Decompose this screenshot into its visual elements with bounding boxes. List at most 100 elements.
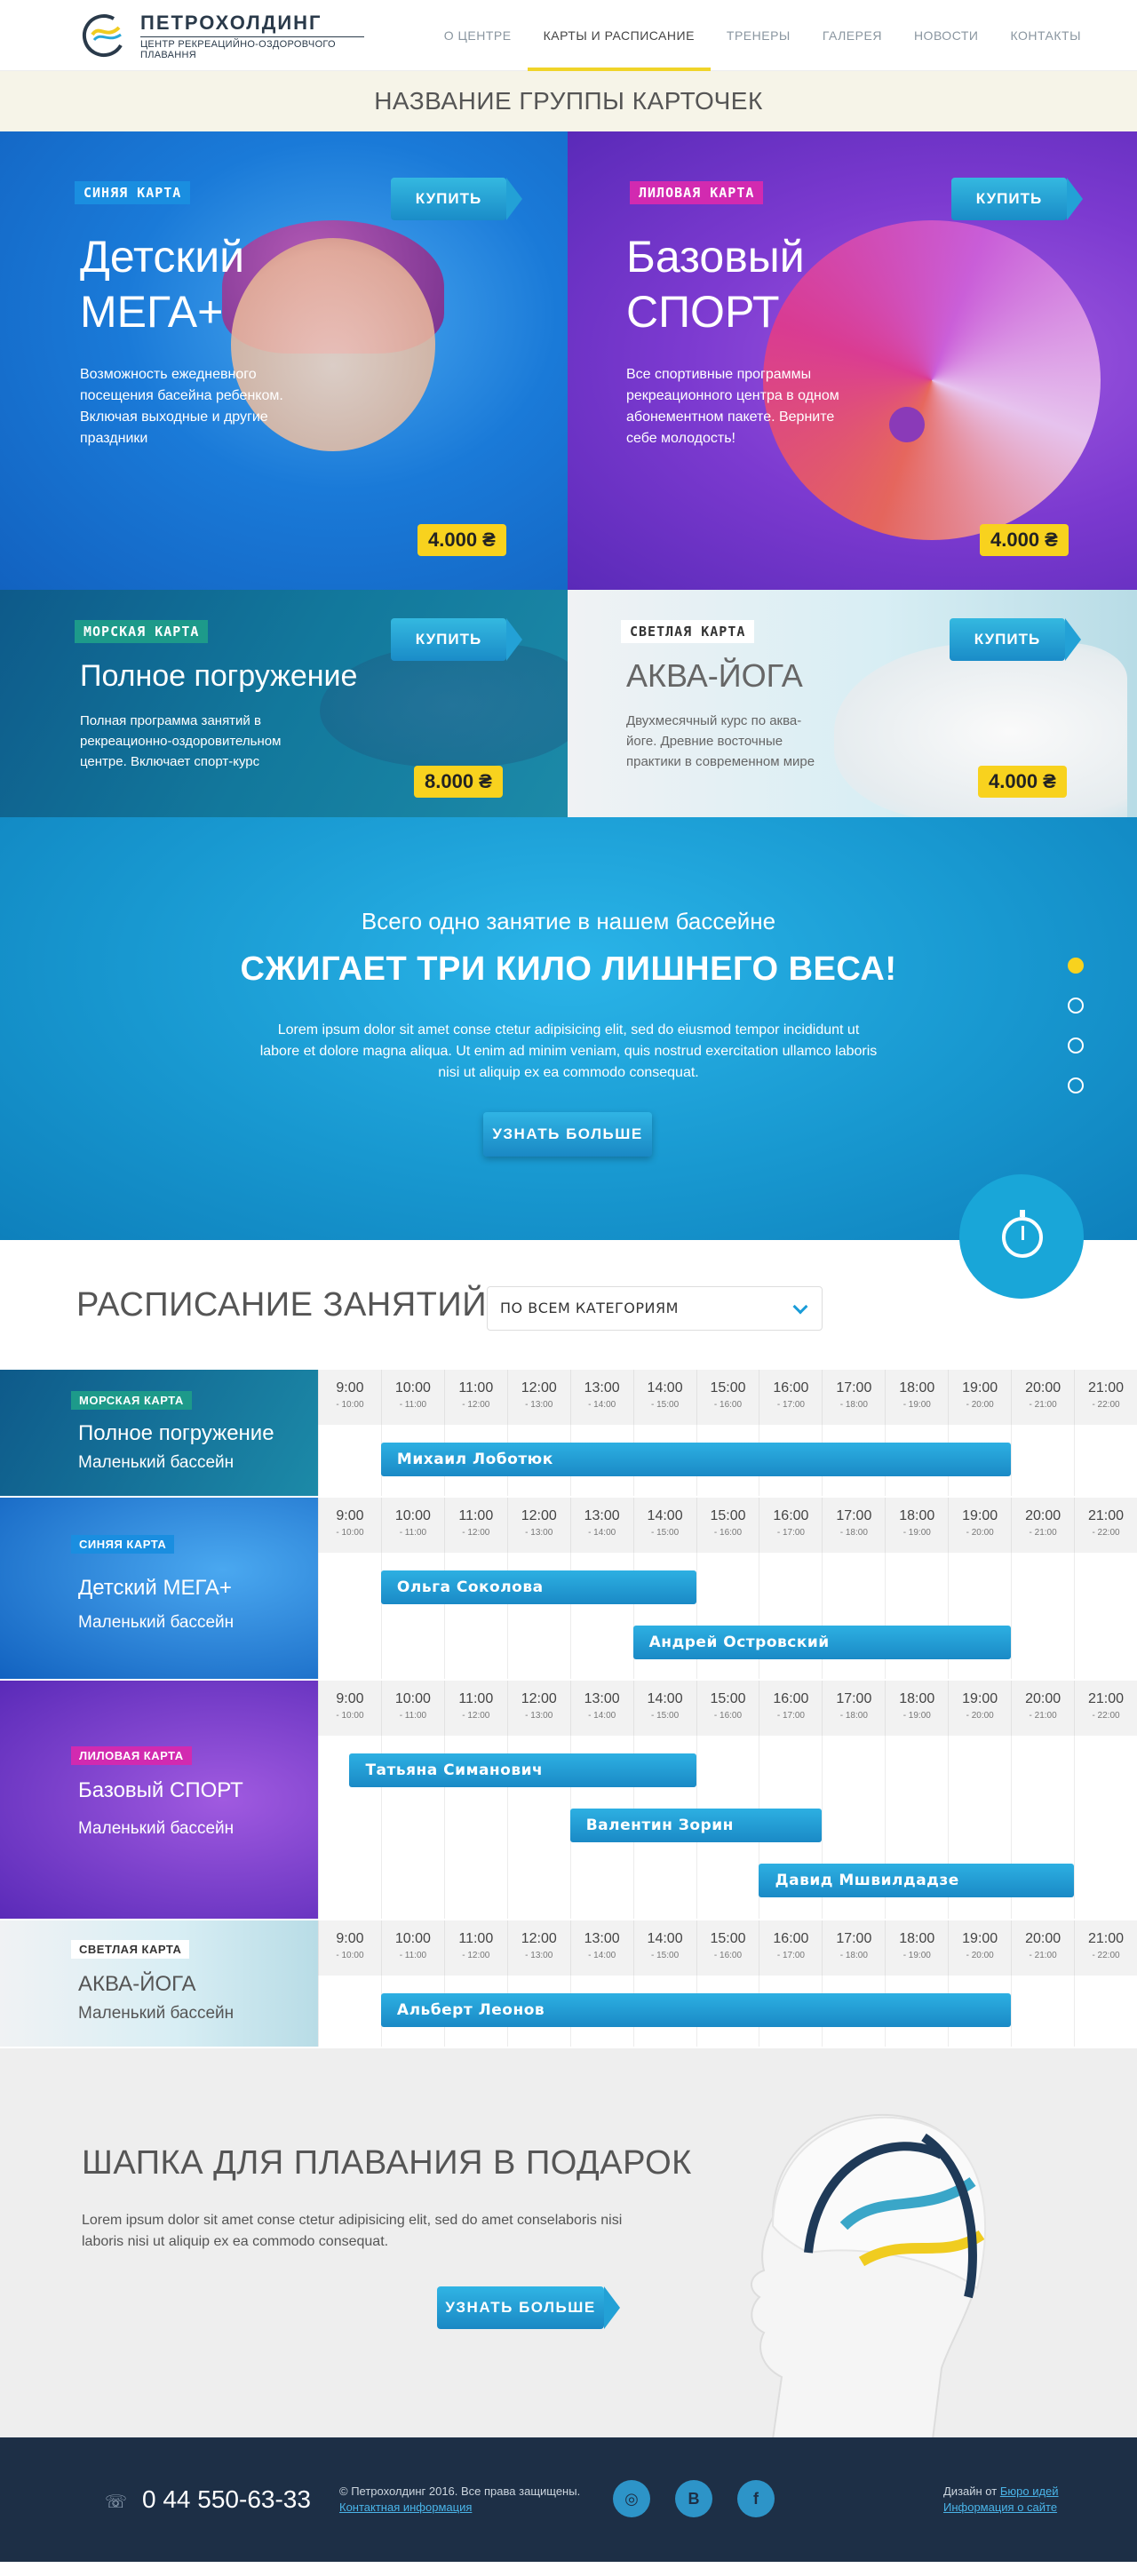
card-sea[interactable]: МОРСКАЯ КАРТА Полное погружение Полная п… xyxy=(0,590,568,817)
time-slot-header: 15:00- 16:00 xyxy=(696,1370,759,1425)
time-slot-header: 20:00- 21:00 xyxy=(1011,1681,1074,1736)
time-header: 9:00- 10:00 10:00- 11:00 11:00- 12:00 12:00… xyxy=(318,1681,1137,1736)
row-title: Детский МЕГА+ xyxy=(78,1576,232,1600)
time-slot-header: 10:00- 11:00 xyxy=(380,1920,444,1976)
swim-cap-head-image xyxy=(711,2084,1013,2440)
card-description: Возможность ежедневного посещения басейн… xyxy=(80,367,283,446)
card-price: 8.000 ₴ xyxy=(414,766,503,798)
buy-button[interactable]: КУПИТЬ xyxy=(391,618,522,661)
stopwatch-icon xyxy=(1002,1210,1043,1258)
category-filter-value: ПО ВСЕМ КАТЕГОРИЯМ xyxy=(500,1300,679,1316)
card-price: 4.000 ₴ xyxy=(978,766,1067,798)
time-slot-header: 20:00- 21:00 xyxy=(1011,1498,1074,1553)
row-title: Базовый СПОРТ xyxy=(78,1778,243,1802)
time-slot-header: 15:00- 16:00 xyxy=(696,1920,759,1976)
card-badge: МОРСКАЯ КАРТА xyxy=(75,620,209,643)
lesson-bar[interactable]: Михаил Лоботюк xyxy=(380,1443,1012,1476)
time-slot-header: 19:00- 20:00 xyxy=(948,1920,1011,1976)
instagram-icon[interactable]: ◎ xyxy=(613,2480,650,2517)
card-badge: СИНЯЯ КАРТА xyxy=(75,181,191,204)
category-filter-select[interactable]: ПО ВСЕМ КАТЕГОРИЯМ xyxy=(487,1286,823,1331)
buy-button[interactable]: КУПИТЬ xyxy=(950,618,1081,661)
nav-about[interactable]: О центре xyxy=(428,0,528,71)
vk-icon[interactable]: B xyxy=(675,2480,712,2517)
time-slot-header: 20:00- 21:00 xyxy=(1011,1370,1074,1425)
time-slot-header: 10:00- 11:00 xyxy=(380,1681,444,1736)
buy-button[interactable]: КУПИТЬ xyxy=(951,178,1083,220)
design-agency-link[interactable]: Бюро идей xyxy=(1000,2485,1059,2498)
schedule-grid: 9:00- 10:00 10:00- 11:00 11:00- 12:00 12:00… xyxy=(318,1920,1137,2047)
card-description: Двухмесячный курс по аква-йоге. Древние … xyxy=(626,713,815,769)
phone-icon: ☏ xyxy=(105,2493,128,2512)
slider-dot[interactable] xyxy=(1068,1077,1084,1093)
schedule-row-card[interactable]: МОРСКАЯ КАРТА Полное погружение Маленький … xyxy=(0,1370,318,1496)
nav-cards-schedule[interactable]: Карты и расписание xyxy=(527,0,712,71)
site-info-link[interactable]: Информация о сайте xyxy=(943,2500,1057,2514)
time-slot-header: 12:00- 13:00 xyxy=(506,1498,570,1553)
time-slot-header: 16:00- 17:00 xyxy=(759,1681,822,1736)
card-purple[interactable]: ЛИЛОВАЯ КАРТА Базовый СПОРТ Все спортивны… xyxy=(568,131,1137,590)
row-badge: МОРСКАЯ КАРТА xyxy=(71,1391,192,1410)
gift-section: ШАПКА ДЛЯ ПЛАВАНИЯ В ПОДАРОК Lorem ipsum… xyxy=(0,2048,1137,2440)
site-header: ПЕТРОХОЛДИНГ ЦЕНТР РЕКРЕАЦИЙНО-ОЗДОРОВЧО… xyxy=(0,0,1137,71)
time-slot-header: 14:00- 15:00 xyxy=(632,1498,696,1553)
time-header: 9:00- 10:00 10:00- 11:00 11:00- 12:00 12:00… xyxy=(318,1370,1137,1425)
time-slot-header: 16:00- 17:00 xyxy=(759,1370,822,1425)
main-nav: О центре Карты и расписание Тренеры Гале… xyxy=(428,0,1097,71)
time-slot-header: 13:00- 14:00 xyxy=(569,1498,633,1553)
nav-contacts[interactable]: Контакты xyxy=(994,0,1097,71)
time-slot-header: 18:00- 19:00 xyxy=(885,1370,948,1425)
time-header: 9:00- 10:00 10:00- 11:00 11:00- 12:00 12:00… xyxy=(318,1498,1137,1553)
time-slot-header: 21:00- 22:00 xyxy=(1074,1920,1137,1976)
copyright: © Петрохолдинг 2016. Все права защищены.… xyxy=(339,2484,580,2516)
lesson-bar[interactable]: Валентин Зорин xyxy=(569,1809,823,1842)
lesson-bar[interactable]: Татьяна Симанович xyxy=(349,1753,696,1787)
time-slot-header: 18:00- 19:00 xyxy=(885,1920,948,1976)
schedule-grid: 9:00- 10:00 10:00- 11:00 11:00- 12:00 12:00… xyxy=(318,1370,1137,1496)
time-slot-header: 9:00- 10:00 xyxy=(318,1920,381,1976)
beach-ball-center xyxy=(889,407,925,442)
contact-info-link[interactable]: Контактная информация xyxy=(339,2500,472,2514)
row-pool: Маленький бассейн xyxy=(78,1453,235,1472)
card-title: Полное погружение xyxy=(80,659,358,693)
nav-gallery[interactable]: Галерея xyxy=(807,0,898,71)
schedule-row: МОРСКАЯ КАРТА Полное погружение Маленький … xyxy=(0,1370,1137,1498)
time-slot-header: 17:00- 18:00 xyxy=(822,1920,885,1976)
slider-dot[interactable] xyxy=(1068,998,1084,1014)
design-credits: Дизайн от Бюро идей Информация о сайте xyxy=(943,2484,1059,2516)
slider-dot[interactable] xyxy=(1068,1038,1084,1053)
schedule-row-card[interactable]: СИНЯЯ КАРТА Детский МЕГА+ Маленький бассей… xyxy=(0,1498,318,1679)
facebook-icon[interactable]: f xyxy=(737,2480,775,2517)
lesson-bar[interactable]: Давид Мшвилдадзе xyxy=(759,1864,1075,1897)
time-slot-header: 10:00- 11:00 xyxy=(380,1370,444,1425)
lesson-bar[interactable]: Альберт Леонов xyxy=(380,1993,1012,2027)
promo-title: СЖИГАЕТ ТРИ КИЛО ЛИШНЕГО ВЕСА! xyxy=(240,950,897,988)
nav-trainers[interactable]: Тренеры xyxy=(711,0,807,71)
card-badge: СВЕТЛАЯ КАРТА xyxy=(621,620,755,643)
time-slot-header: 16:00- 17:00 xyxy=(759,1498,822,1553)
gift-text: Lorem ipsum dolor sit amet conse ctetur … xyxy=(82,2213,623,2249)
time-slot-header: 14:00- 15:00 xyxy=(632,1370,696,1425)
logo[interactable]: ПЕТРОХОЛДИНГ ЦЕНТР РЕКРЕАЦИЙНО-ОЗДОРОВЧО… xyxy=(80,9,364,62)
slider-dot[interactable] xyxy=(1068,958,1084,974)
slider-dots xyxy=(1068,958,1084,1117)
time-slot-header: 18:00- 19:00 xyxy=(885,1498,948,1553)
time-slot-header: 11:00- 12:00 xyxy=(443,1498,507,1553)
gift-learn-more-button[interactable]: УЗНАТЬ БОЛЬШЕ xyxy=(437,2286,620,2329)
time-slot-header: 20:00- 21:00 xyxy=(1011,1920,1074,1976)
lesson-bar[interactable]: Ольга Соколова xyxy=(380,1570,696,1604)
card-price: 4.000 ₴ xyxy=(417,524,506,556)
lesson-bar[interactable]: Андрей Островский xyxy=(632,1626,1012,1659)
phone-number[interactable]: 0 44 550-63-33 xyxy=(142,2485,311,2514)
design-by-text: Дизайн от xyxy=(943,2485,998,2498)
schedule-row-card[interactable]: ЛИЛОВАЯ КАРТА Базовый СПОРТ Маленький басс… xyxy=(0,1681,318,1919)
card-group-title: НАЗВАНИЕ ГРУППЫ КАРТОЧЕК xyxy=(0,71,1137,131)
schedule-row: СИНЯЯ КАРТА Детский МЕГА+ Маленький бассей… xyxy=(0,1498,1137,1681)
learn-more-button[interactable]: УЗНАТЬ БОЛЬШЕ xyxy=(483,1112,652,1157)
schedule-row-card[interactable]: СВЕТЛАЯ КАРТА АКВА-ЙОГА Маленький бассейн xyxy=(0,1920,318,2047)
buy-button[interactable]: КУПИТЬ xyxy=(391,178,522,220)
card-blue[interactable]: СИНЯЯ КАРТА Детский МЕГА+ Возможность еже… xyxy=(0,131,568,590)
card-light[interactable]: СВЕТЛАЯ КАРТА АКВА-ЙОГА Двухмесячный кур… xyxy=(568,590,1137,817)
time-slot-header: 13:00- 14:00 xyxy=(569,1681,633,1736)
nav-news[interactable]: Новости xyxy=(898,0,995,71)
